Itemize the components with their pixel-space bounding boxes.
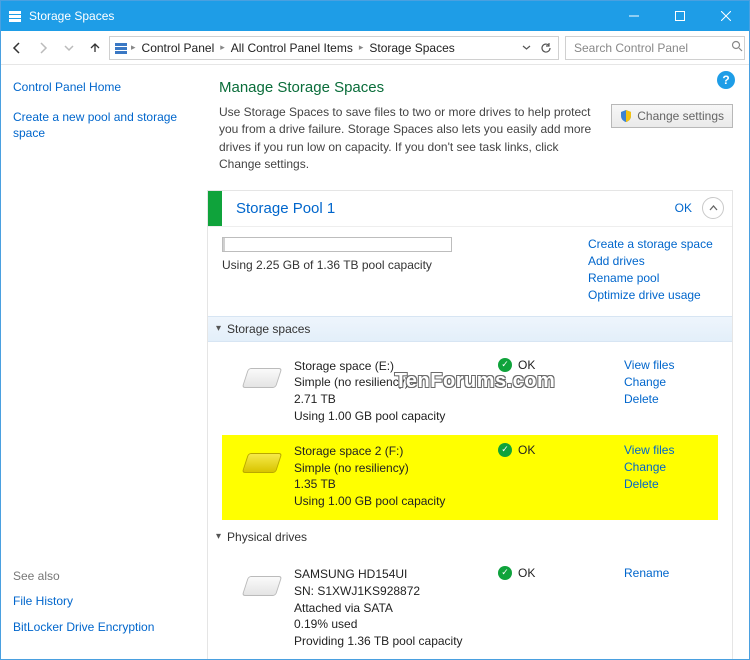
app-icon — [1, 9, 29, 23]
sidebar-link-bitlocker[interactable]: BitLocker Drive Encryption — [13, 619, 154, 635]
page-description: Use Storage Spaces to save files to two … — [219, 104, 599, 174]
ok-icon: ✓ — [498, 358, 512, 372]
space-size: 2.71 TB — [294, 391, 484, 408]
close-button[interactable] — [703, 1, 749, 31]
drive-actions: Rename — [624, 566, 714, 580]
capacity-text: Using 2.25 GB of 1.36 TB pool capacity — [222, 258, 568, 272]
space-name: Storage space (E:) — [294, 358, 484, 375]
chevron-down-icon: ▾ — [216, 531, 221, 542]
pool-name: Storage Pool 1 — [222, 200, 675, 217]
space-resiliency: Simple (no resiliency) — [294, 374, 484, 391]
pool-action-optimize[interactable]: Optimize drive usage — [588, 288, 718, 302]
chevron-down-icon: ▾ — [216, 323, 221, 334]
search-icon[interactable] — [731, 40, 743, 55]
drive-used: 0.19% used — [294, 616, 484, 633]
storage-pool-card: Storage Pool 1 OK Using 2.25 GB of 1.36 … — [207, 190, 733, 659]
drive-connection: Attached via SATA — [294, 600, 484, 617]
recent-locations-button[interactable] — [57, 36, 81, 60]
change-settings-label: Change settings — [637, 109, 724, 123]
collapse-button[interactable] — [702, 197, 724, 219]
sidebar: Control Panel Home Create a new pool and… — [1, 65, 201, 659]
space-info: Storage space 2 (F:) Simple (no resilien… — [294, 443, 484, 510]
drive-model: SAMSUNG HD154UI — [294, 566, 484, 583]
space-name: Storage space 2 (F:) — [294, 443, 484, 460]
space-info: Storage space (E:) Simple (no resiliency… — [294, 358, 484, 425]
page-title: Manage Storage Spaces — [219, 79, 733, 96]
status-label: OK — [518, 566, 535, 580]
storage-spaces-icon — [112, 40, 130, 56]
maximize-button[interactable] — [657, 1, 703, 31]
drive-icon — [244, 364, 280, 392]
space-resiliency: Simple (no resiliency) — [294, 460, 484, 477]
action-change[interactable]: Change — [624, 460, 714, 474]
space-actions: View files Change Delete — [624, 443, 714, 491]
storage-space-item: Storage space 2 (F:) Simple (no resilien… — [222, 435, 718, 520]
drive-status: ✓ OK — [498, 566, 578, 580]
sidebar-link-home[interactable]: Control Panel Home — [13, 79, 189, 95]
action-view-files[interactable]: View files — [624, 443, 714, 457]
ok-icon: ✓ — [498, 566, 512, 580]
space-actions: View files Change Delete — [624, 358, 714, 406]
pool-status: OK — [675, 201, 702, 215]
refresh-button[interactable] — [536, 37, 556, 59]
drive-serial: SN: S1XWJ1KS928872 — [294, 583, 484, 600]
minimize-button[interactable] — [611, 1, 657, 31]
see-also-header: See also — [13, 569, 154, 583]
space-usage: Using 1.00 GB pool capacity — [294, 493, 484, 510]
search-input[interactable] — [572, 40, 731, 56]
sidebar-link-create-pool[interactable]: Create a new pool and storage space — [13, 109, 189, 141]
section-header-storage-spaces[interactable]: ▾ Storage spaces — [208, 316, 732, 342]
breadcrumb[interactable]: ▸ Control Panel ▸ All Control Panel Item… — [109, 36, 559, 60]
back-button[interactable] — [5, 36, 29, 60]
space-usage: Using 1.00 GB pool capacity — [294, 408, 484, 425]
status-label: OK — [518, 443, 535, 457]
search-box[interactable] — [565, 36, 745, 60]
capacity-bar — [222, 237, 452, 252]
pool-header[interactable]: Storage Pool 1 OK — [208, 191, 732, 227]
drive-providing: Providing 1.36 TB pool capacity — [294, 633, 484, 650]
forward-button[interactable] — [31, 36, 55, 60]
action-rename[interactable]: Rename — [624, 566, 714, 580]
section-label: Physical drives — [227, 530, 307, 544]
sidebar-link-file-history[interactable]: File History — [13, 593, 154, 609]
address-dropdown-button[interactable] — [516, 37, 536, 59]
status-label: OK — [518, 358, 535, 372]
breadcrumb-item[interactable]: Control Panel — [137, 37, 220, 59]
action-delete[interactable]: Delete — [624, 477, 714, 491]
main-area: Control Panel Home Create a new pool and… — [1, 65, 749, 659]
drive-icon — [244, 449, 280, 477]
drive-info: SAMSUNG HD154UI SN: S1XWJ1KS928872 Attac… — [294, 566, 484, 650]
action-view-files[interactable]: View files — [624, 358, 714, 372]
storage-space-item: Storage space (E:) Simple (no resiliency… — [222, 350, 718, 435]
titlebar: Storage Spaces — [1, 1, 749, 31]
pool-action-rename[interactable]: Rename pool — [588, 271, 718, 285]
pool-actions: Create a storage space Add drives Rename… — [588, 237, 718, 302]
see-also: See also File History BitLocker Drive En… — [13, 569, 154, 645]
breadcrumb-item[interactable]: Storage Spaces — [364, 37, 459, 59]
drive-icon — [244, 572, 280, 600]
shield-icon — [620, 110, 632, 122]
pool-action-create-space[interactable]: Create a storage space — [588, 237, 718, 251]
window-title: Storage Spaces — [29, 9, 114, 23]
section-label: Storage spaces — [227, 322, 310, 336]
space-status: ✓ OK — [498, 358, 578, 372]
up-button[interactable] — [83, 36, 107, 60]
space-size: 1.35 TB — [294, 476, 484, 493]
ok-icon: ✓ — [498, 443, 512, 457]
action-delete[interactable]: Delete — [624, 392, 714, 406]
help-icon[interactable]: ? — [717, 71, 735, 89]
pool-action-add-drives[interactable]: Add drives — [588, 254, 718, 268]
navbar: ▸ Control Panel ▸ All Control Panel Item… — [1, 31, 749, 65]
action-change[interactable]: Change — [624, 375, 714, 389]
section-header-physical-drives[interactable]: ▾ Physical drives — [208, 524, 732, 550]
space-status: ✓ OK — [498, 443, 578, 457]
content: ? Manage Storage Spaces Use Storage Spac… — [201, 65, 749, 659]
physical-drive-item: SAMSUNG HD154UI SN: S1XWJ1KS928872 Attac… — [222, 558, 718, 659]
breadcrumb-item[interactable]: All Control Panel Items — [226, 37, 358, 59]
pool-status-strip — [208, 191, 222, 226]
change-settings-button[interactable]: Change settings — [611, 104, 733, 128]
